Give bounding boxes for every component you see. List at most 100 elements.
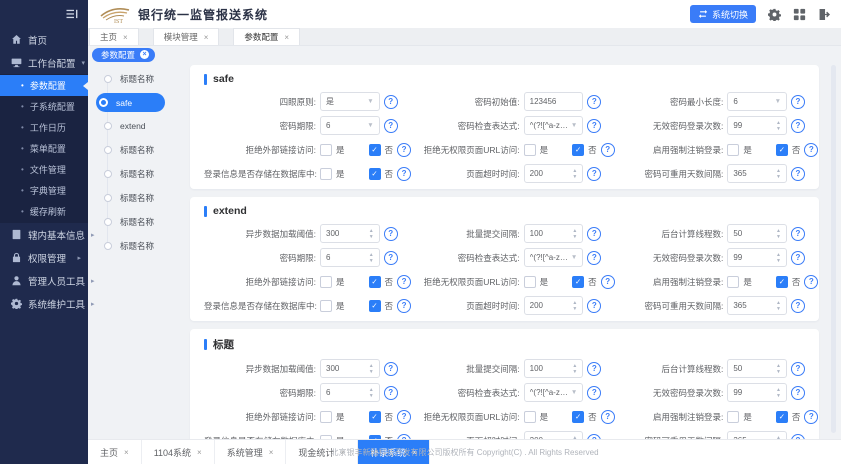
select-control[interactable]: ^(?![^a-zA-z]+$)(?!\D+$)[0-9A-Z...▼ [524,383,584,402]
checkbox-yes[interactable]: 是 [727,276,752,288]
tab-home[interactable]: 主页× [89,28,139,45]
number-input[interactable]: 300▲▼ [320,224,380,243]
spinner-control[interactable]: ▲▼ [369,252,374,264]
help-icon[interactable]: ? [384,362,398,376]
number-input[interactable]: 300▲▼ [320,359,380,378]
text-input[interactable]: 123456 [524,92,584,111]
help-icon[interactable]: ? [587,362,601,376]
subnav-item[interactable]: 标题名称 [96,162,190,186]
spinner-control[interactable]: ▲▼ [776,120,781,132]
checkbox-no[interactable]: ✓否 [369,144,394,156]
number-input[interactable]: 365▲▼ [727,296,787,315]
help-icon[interactable]: ? [587,299,601,313]
help-icon[interactable]: ? [791,362,805,376]
help-icon[interactable]: ? [587,119,601,133]
subnav-item[interactable]: 标题名称 [96,186,190,210]
number-input[interactable]: 50▲▼ [727,224,787,243]
select-control[interactable]: ^(?![^a-zA-z]+$)(?!\D+$)[0-9A-Z...▼ [524,248,584,267]
help-icon[interactable]: ? [804,143,818,157]
help-icon[interactable]: ? [587,251,601,265]
checkbox-no[interactable]: ✓否 [369,411,394,423]
breadcrumb-pill[interactable]: 参数配置 × [92,48,155,62]
number-input[interactable]: 99▲▼ [727,248,787,267]
spinner-control[interactable]: ▲▼ [776,300,781,312]
spinner-control[interactable]: ▲▼ [572,228,577,240]
close-icon[interactable]: × [124,448,129,457]
grid-icon[interactable] [793,8,806,21]
checkbox-no[interactable]: ✓否 [369,276,394,288]
sidebar-collapse-icon[interactable] [66,8,79,20]
checkbox-yes[interactable]: 是 [320,168,345,180]
checkbox-no[interactable]: ✓否 [776,411,801,423]
subnav-item[interactable]: 标题名称 [96,138,190,162]
tab-module-mgmt[interactable]: 模块管理× [153,28,220,45]
spinner-control[interactable]: ▲▼ [369,363,374,375]
sidebar-item-sys-maintain-tools[interactable]: 系统维护工具▸ [0,292,88,315]
checkbox-yes[interactable]: 是 [320,144,345,156]
number-input[interactable]: 50▲▼ [727,359,787,378]
checkbox-yes[interactable]: 是 [320,276,345,288]
checkbox-no[interactable]: ✓否 [369,300,394,312]
number-input[interactable]: 200▲▼ [524,164,584,183]
help-icon[interactable]: ? [384,95,398,109]
checkbox-no[interactable]: ✓否 [776,144,801,156]
close-icon[interactable]: × [204,33,209,42]
number-input[interactable]: 6▲▼ [320,248,380,267]
close-icon[interactable]: × [123,33,128,42]
sidebar-item-permission-mgmt[interactable]: 权限管理▸ [0,246,88,269]
sidebar-subitem-dict-mgmt[interactable]: •字典管理 [0,180,88,201]
subnav-item[interactable]: 标题名称 [96,67,190,91]
sidebar-subitem-param-config[interactable]: •参数配置 [0,75,88,96]
number-input[interactable]: 200▲▼ [524,296,584,315]
select-control[interactable]: 6▼ [320,116,380,135]
spinner-control[interactable]: ▲▼ [776,363,781,375]
help-icon[interactable]: ? [791,167,805,181]
checkbox-no[interactable]: ✓否 [369,168,394,180]
sidebar-subitem-file-mgmt[interactable]: •文件管理 [0,159,88,180]
subnav-item[interactable]: extend [96,114,190,138]
checkbox-yes[interactable]: 是 [727,411,752,423]
help-icon[interactable]: ? [791,119,805,133]
number-input[interactable]: 99▲▼ [727,116,787,135]
checkbox-no[interactable]: ✓否 [572,276,597,288]
spinner-control[interactable]: ▲▼ [776,387,781,399]
help-icon[interactable]: ? [587,167,601,181]
checkbox-yes[interactable]: 是 [320,300,345,312]
checkbox-no[interactable]: ✓否 [572,411,597,423]
help-icon[interactable]: ? [587,95,601,109]
number-input[interactable]: 99▲▼ [727,383,787,402]
sidebar-subitem-subsystem-config[interactable]: •子系统配置 [0,96,88,117]
close-icon[interactable]: × [269,448,274,457]
sidebar-subitem-work-calendar[interactable]: •工作日历 [0,117,88,138]
help-icon[interactable]: ? [384,251,398,265]
checkbox-yes[interactable]: 是 [524,276,549,288]
close-icon[interactable]: × [197,448,202,457]
help-icon[interactable]: ? [791,95,805,109]
help-icon[interactable]: ? [384,386,398,400]
spinner-control[interactable]: ▲▼ [572,168,577,180]
sidebar-item-admin-tools[interactable]: 管理人员工具▸ [0,269,88,292]
checkbox-yes[interactable]: 是 [320,411,345,423]
select-control[interactable]: ^(?![^a-zA-z]+$)(?!\D+$)[0-9A-Z...▼ [524,116,584,135]
spinner-control[interactable]: ▲▼ [776,168,781,180]
sidebar-subitem-cache-refresh[interactable]: •缓存刷新 [0,201,88,222]
spinner-control[interactable]: ▲▼ [776,252,781,264]
help-icon[interactable]: ? [791,299,805,313]
help-icon[interactable]: ? [587,386,601,400]
sidebar-item-workbench-config[interactable]: 工作台配置▾ [0,51,88,74]
help-icon[interactable]: ? [804,410,818,424]
bottom-tab-sys-1104[interactable]: 1104系统× [142,440,215,464]
bottom-tab-home[interactable]: 主页× [88,440,142,464]
bottom-tab-sys-mgmt[interactable]: 系统管理× [215,440,287,464]
sidebar-item-home[interactable]: 首页 [0,28,88,51]
help-icon[interactable]: ? [384,227,398,241]
logout-icon[interactable] [818,8,831,21]
help-icon[interactable]: ? [791,227,805,241]
subnav-item[interactable]: 标题名称 [96,210,190,234]
close-icon[interactable]: × [284,33,289,42]
number-input[interactable]: 100▲▼ [524,224,584,243]
number-input[interactable]: 100▲▼ [524,359,584,378]
checkbox-yes[interactable]: 是 [524,144,549,156]
spinner-control[interactable]: ▲▼ [369,228,374,240]
select-control[interactable]: 是▼ [320,92,380,111]
